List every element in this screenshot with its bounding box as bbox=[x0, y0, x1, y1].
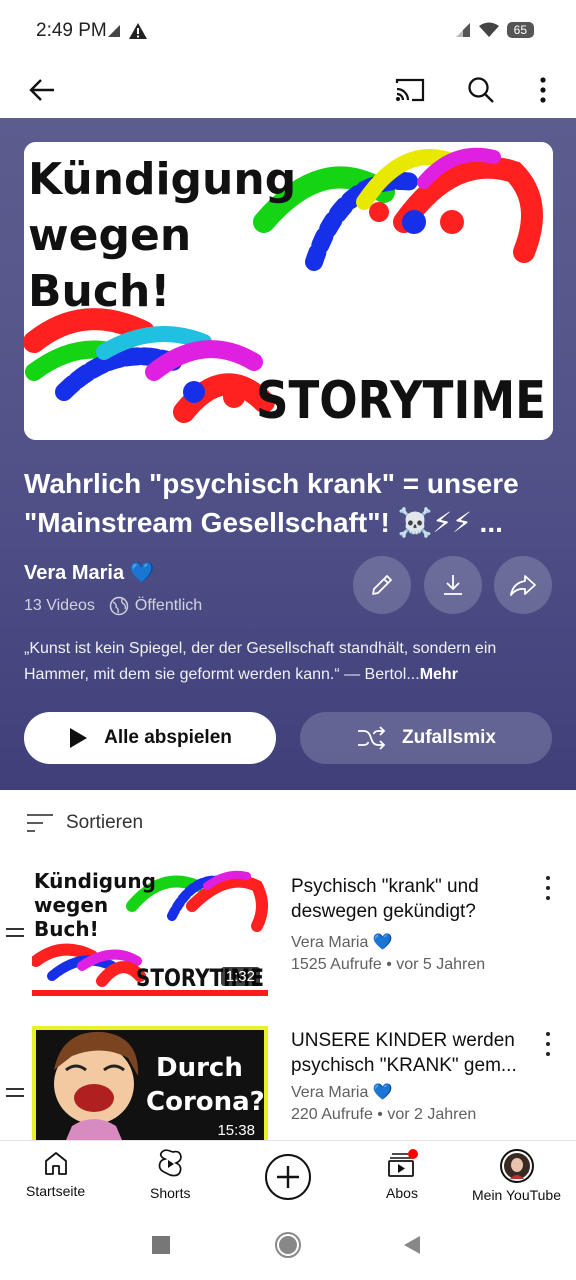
top-app-bar bbox=[0, 62, 576, 118]
video-thumbnail[interactable]: Durch Corona? 15:38 bbox=[32, 1026, 268, 1140]
thumb-sm-line3: Buch! bbox=[34, 917, 99, 941]
duration-badge: 15:38 bbox=[217, 1122, 255, 1139]
play-icon bbox=[70, 728, 88, 748]
nav-subscriptions-label: Abos bbox=[386, 1185, 418, 1201]
thumb-sm2-line1: Durch bbox=[156, 1053, 243, 1083]
playlist-description[interactable]: „Kunst ist kein Spiegel, der der Gesells… bbox=[24, 636, 554, 688]
status-bar: 2:49 PM 65 bbox=[0, 0, 576, 62]
video-count: 13 Videos bbox=[24, 597, 95, 614]
download-button[interactable] bbox=[424, 556, 482, 614]
shorts-icon bbox=[158, 1149, 183, 1177]
list-item[interactable]: Kündigung wegen Buch! STORYTIME 1:32 Psy… bbox=[0, 866, 576, 1006]
video-title[interactable]: Psychisch "krank" und deswegen gekündigt… bbox=[291, 874, 531, 924]
more-link[interactable]: Mehr bbox=[420, 666, 458, 683]
shuffle-label: Zufallsmix bbox=[402, 727, 496, 748]
more-options-button[interactable] bbox=[519, 66, 567, 114]
drag-handle-icon[interactable] bbox=[6, 1088, 24, 1102]
video-thumbnail[interactable]: Kündigung wegen Buch! STORYTIME 1:32 bbox=[32, 866, 268, 998]
edit-button[interactable] bbox=[353, 556, 411, 614]
play-all-button[interactable]: Alle abspielen bbox=[24, 712, 276, 764]
video-title-line2[interactable]: psychisch "KRANK" gem... bbox=[291, 1053, 531, 1078]
avatar bbox=[499, 1149, 534, 1183]
video-meta: 1525 Aufrufe • vor 5 Jahren bbox=[291, 956, 486, 973]
playlist-thumbnail-art: Kündigung wegen Buch! STORYTIME bbox=[24, 142, 553, 440]
drag-handle-icon[interactable] bbox=[6, 928, 24, 942]
cell-signal-icon bbox=[455, 23, 470, 37]
thumb-line1: Kündigung bbox=[28, 154, 296, 205]
video-more-icon[interactable] bbox=[538, 876, 558, 900]
shuffle-icon bbox=[358, 726, 386, 750]
battery-level: 65 bbox=[506, 22, 534, 38]
nav-subscriptions[interactable]: Abos bbox=[386, 1149, 418, 1201]
playlist-header: Kündigung wegen Buch! STORYTIME Wahrlich… bbox=[0, 118, 576, 790]
thumb-line3: Buch! bbox=[28, 266, 170, 317]
video-title-line1[interactable]: UNSERE KINDER werden bbox=[291, 1028, 531, 1053]
cast-button[interactable] bbox=[386, 66, 434, 114]
wifi-icon bbox=[478, 22, 499, 37]
system-navigation-bar bbox=[0, 1208, 576, 1280]
status-left-icons bbox=[106, 22, 148, 40]
video-more-icon[interactable] bbox=[538, 1032, 558, 1056]
nav-create[interactable] bbox=[264, 1153, 312, 1201]
create-plus-icon bbox=[265, 1154, 311, 1200]
thumb-line2: wegen bbox=[28, 210, 191, 261]
sort-icon bbox=[27, 814, 53, 832]
back-system-icon[interactable] bbox=[402, 1235, 422, 1255]
nav-shorts-label: Shorts bbox=[150, 1185, 191, 1201]
thumb-storytime: STORYTIME bbox=[256, 371, 546, 431]
more-vert-icon bbox=[540, 77, 546, 103]
sort-label: Sortieren bbox=[66, 812, 144, 833]
status-right-icons: 65 bbox=[455, 22, 534, 38]
share-button[interactable] bbox=[494, 556, 552, 614]
video-channel: Vera Maria 💙 bbox=[291, 934, 393, 951]
globe-icon bbox=[109, 596, 129, 616]
duration-badge: 1:32 bbox=[220, 967, 260, 986]
playlist-title: Wahrlich "psychisch krank" = unsere "Mai… bbox=[24, 468, 519, 538]
arrow-left-icon bbox=[29, 79, 54, 101]
video-channel: Vera Maria 💙 bbox=[291, 1084, 393, 1101]
home-icon bbox=[44, 1152, 67, 1175]
video-meta: 220 Aufrufe • vor 2 Jahren bbox=[291, 1106, 477, 1123]
shuffle-button[interactable]: Zufallsmix bbox=[300, 712, 552, 764]
sort-button[interactable]: Sortieren bbox=[26, 812, 143, 834]
back-button[interactable] bbox=[18, 66, 66, 114]
subscriptions-icon bbox=[388, 1149, 418, 1177]
warning-icon bbox=[129, 23, 147, 39]
recents-icon[interactable] bbox=[152, 1236, 170, 1254]
share-icon bbox=[510, 575, 536, 596]
playlist-meta: 13 Videos Öffentlich bbox=[24, 596, 202, 616]
search-button[interactable] bbox=[457, 66, 505, 114]
cast-icon bbox=[395, 78, 425, 102]
pencil-icon bbox=[372, 575, 392, 595]
signal-off-icon bbox=[108, 25, 120, 37]
play-all-label: Alle abspielen bbox=[104, 727, 232, 748]
visibility-label: Öffentlich bbox=[134, 597, 203, 614]
status-time: 2:49 PM bbox=[36, 20, 107, 41]
search-icon bbox=[468, 77, 494, 103]
bottom-navigation: Startseite Shorts Abos Mein YouTube bbox=[0, 1140, 576, 1208]
nav-home[interactable]: Startseite bbox=[26, 1149, 85, 1199]
nav-home-label: Startseite bbox=[26, 1183, 86, 1199]
home-system-icon[interactable] bbox=[275, 1232, 301, 1258]
nav-you-label: Mein YouTube bbox=[472, 1187, 561, 1203]
download-icon bbox=[444, 575, 462, 595]
playlist-thumbnail[interactable]: Kündigung wegen Buch! STORYTIME bbox=[24, 142, 553, 440]
thumb-sm-line1: Kündigung bbox=[34, 869, 156, 893]
playlist-owner[interactable]: Vera Maria 💙 bbox=[24, 560, 155, 585]
nav-shorts[interactable]: Shorts bbox=[150, 1149, 190, 1201]
thumb-sm2-line2: Corona? bbox=[146, 1087, 265, 1117]
thumb-sm-line2: wegen bbox=[34, 893, 108, 917]
nav-you[interactable]: Mein YouTube bbox=[472, 1149, 561, 1203]
